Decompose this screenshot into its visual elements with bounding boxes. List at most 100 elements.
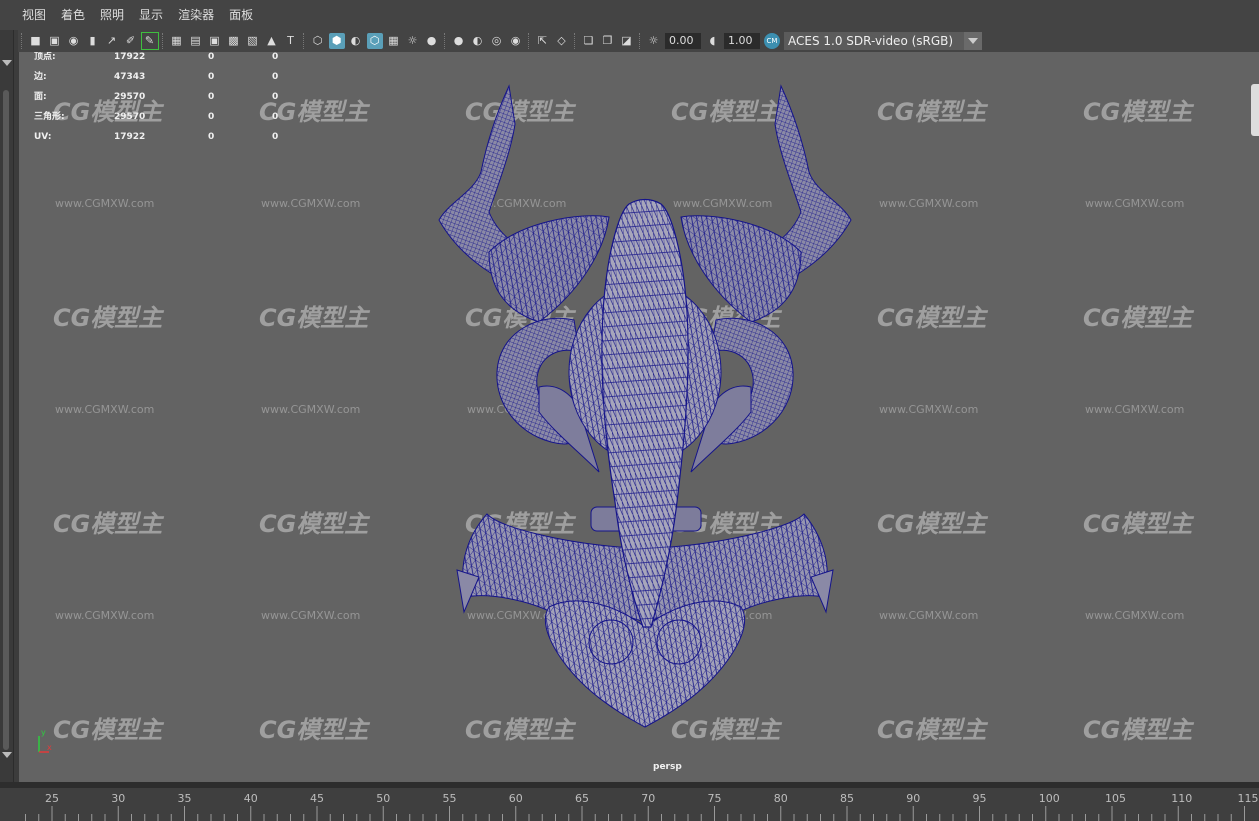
smooth-shade-icon[interactable]: ⬢ <box>328 33 345 49</box>
select-camera-icon[interactable]: ■ <box>28 33 44 49</box>
hud-label: UV: <box>34 132 52 142</box>
hud-v2: 0 <box>208 92 215 102</box>
gate-mask-icon[interactable]: ▩ <box>226 33 242 49</box>
timeline-tick-label: 105 <box>1105 792 1126 805</box>
chevron-down-icon[interactable] <box>964 32 982 50</box>
hud-row: 顶点: 17922 0 0 <box>34 52 312 72</box>
grease-pencil-icon[interactable]: ✐ <box>123 33 139 49</box>
menu-renderer[interactable]: 渲染器 <box>178 0 214 30</box>
left-spiked-crest <box>488 215 610 323</box>
hud-v1: 47343 <box>114 72 146 82</box>
2d-pan-zoom-icon[interactable]: ↗ <box>104 33 120 49</box>
image-plane-icon[interactable]: ▮ <box>85 33 101 49</box>
hud-v2: 0 <box>208 112 215 122</box>
wireframe-icon[interactable]: ⬡ <box>310 33 326 49</box>
poly-count-hud: 顶点: 17922 0 0 边: 47343 0 0 面: 29570 0 0 三角形: 29570 0 0 U… <box>34 52 312 152</box>
demon-skull-wireframe-model[interactable] <box>19 52 1259 782</box>
side-panel-tab[interactable] <box>1251 84 1259 136</box>
timeline-tick-label: 115 <box>1238 792 1259 805</box>
timeline-tick-label: 80 <box>774 792 788 805</box>
hud-v3: 0 <box>272 52 279 62</box>
hud-label: 顶点: <box>34 52 56 62</box>
hud-row: 三角形: 29570 0 0 <box>34 112 312 132</box>
hud-v3: 0 <box>272 132 279 142</box>
textured-icon[interactable]: ▦ <box>386 33 402 49</box>
xray-joints-icon[interactable]: ❐ <box>600 33 616 49</box>
safe-action-icon[interactable]: ▲ <box>264 33 280 49</box>
hud-label: 边: <box>34 72 47 82</box>
isolate-select-icon[interactable]: ⇱ <box>535 33 551 49</box>
panel-toolbar: ■ ▣ ◉ ▮ ↗ ✐ ✎ ▦ ▤ ▣ ▩ ▧ ▲ T ⬡ ⬢ ◐ ⬡ ▦ ☼ … <box>18 30 1259 52</box>
color-management-icon[interactable]: CM <box>764 33 780 49</box>
hud-v3: 0 <box>272 92 279 102</box>
exposure-field[interactable]: 0.00 <box>665 33 701 49</box>
hud-v3: 0 <box>272 112 279 122</box>
timeline-tick-label: 40 <box>244 792 258 805</box>
lights-icon[interactable]: ☼ <box>405 33 421 49</box>
hud-v2: 0 <box>208 52 215 62</box>
viewport-menu-bar: 视图 着色 照明 显示 渲染器 面板 <box>0 0 1259 30</box>
timeline-tick-label: 65 <box>575 792 589 805</box>
hud-label: 三角形: <box>34 112 65 122</box>
toolbar-separator <box>528 33 530 49</box>
default-material-icon[interactable]: ◐ <box>348 33 364 49</box>
timeline-tick-label: 55 <box>443 792 457 805</box>
hud-v2: 0 <box>208 72 215 82</box>
screen-space-ao-icon[interactable]: ● <box>451 33 467 49</box>
scroll-thumb[interactable] <box>3 90 9 750</box>
perspective-viewport[interactable]: CG模型主 CG模型主 CG模型主 CG模型主 www.CGMXW.com www.CGM… <box>19 52 1259 782</box>
menu-view[interactable]: 视图 <box>22 0 46 30</box>
hud-v2: 0 <box>208 132 215 142</box>
toolbar-separator <box>162 33 164 49</box>
multisample-aa-icon[interactable]: ◎ <box>489 33 505 49</box>
xray-icon[interactable]: ◇ <box>554 33 570 49</box>
timeline-tick-label: 30 <box>111 792 125 805</box>
hud-row: UV: 17922 0 0 <box>34 132 312 152</box>
pencil-tool-icon[interactable]: ✎ <box>140 32 159 50</box>
toolbar-separator <box>639 33 641 49</box>
scroll-up-icon[interactable] <box>2 60 12 66</box>
menu-lighting[interactable]: 照明 <box>100 0 124 30</box>
wireframe-on-shaded-icon[interactable]: ⬡ <box>366 33 383 49</box>
resolution-gate-icon[interactable]: ▣ <box>207 33 223 49</box>
grid-icon[interactable]: ▦ <box>169 33 185 49</box>
time-ruler[interactable]: 25 30 35 40 45 50 55 60 65 70 75 80 85 90 95 100 105 110 1… <box>0 788 1259 821</box>
timeline-tick-label: 110 <box>1171 792 1192 805</box>
timeline-tick-label: 70 <box>641 792 655 805</box>
hud-v1: 29570 <box>114 112 146 122</box>
safe-title-icon[interactable]: T <box>283 33 299 49</box>
toolbar-separator <box>303 33 305 49</box>
film-gate-icon[interactable]: ▤ <box>188 33 204 49</box>
camera-attributes-icon[interactable]: ▣ <box>47 33 63 49</box>
toolbar-separator <box>21 33 23 49</box>
axis-y-label: y <box>41 728 46 737</box>
time-slider[interactable]: 25 30 35 40 45 50 55 60 65 70 75 80 85 90 95 100 105 110 1… <box>0 782 1259 821</box>
menu-show[interactable]: 显示 <box>139 0 163 30</box>
exposure-icon[interactable]: ☼ <box>646 33 662 49</box>
timeline-tick-label: 25 <box>45 792 59 805</box>
bookmarks-icon[interactable]: ◉ <box>66 33 82 49</box>
xray-active-components-icon[interactable]: ❏ <box>581 33 597 49</box>
axis-x-label: x <box>47 743 52 752</box>
toolbar-separator <box>574 33 576 49</box>
timeline-tick-label: 95 <box>973 792 987 805</box>
motion-blur-icon[interactable]: ◐ <box>470 33 486 49</box>
shadows-icon[interactable]: ● <box>424 33 440 49</box>
resolution-icon[interactable]: ◪ <box>619 33 635 49</box>
timeline-tick-label: 35 <box>178 792 192 805</box>
hud-v1: 29570 <box>114 92 146 102</box>
hud-v1: 17922 <box>114 132 146 142</box>
hud-label: 面: <box>34 92 47 102</box>
hud-row: 边: 47343 0 0 <box>34 72 312 92</box>
hud-row: 面: 29570 0 0 <box>34 92 312 112</box>
gamma-field[interactable]: 1.00 <box>724 33 760 49</box>
toolbar-separator <box>444 33 446 49</box>
depth-of-field-icon[interactable]: ◉ <box>508 33 524 49</box>
menu-panels[interactable]: 面板 <box>229 0 253 30</box>
view-transform-dropdown[interactable]: ACES 1.0 SDR-video (sRGB) <box>784 32 982 50</box>
left-scroll-strip[interactable] <box>0 30 14 782</box>
field-chart-icon[interactable]: ▧ <box>245 33 261 49</box>
menu-shading[interactable]: 着色 <box>61 0 85 30</box>
gamma-icon[interactable]: ◖ <box>705 33 721 49</box>
scroll-down-icon[interactable] <box>2 752 12 758</box>
